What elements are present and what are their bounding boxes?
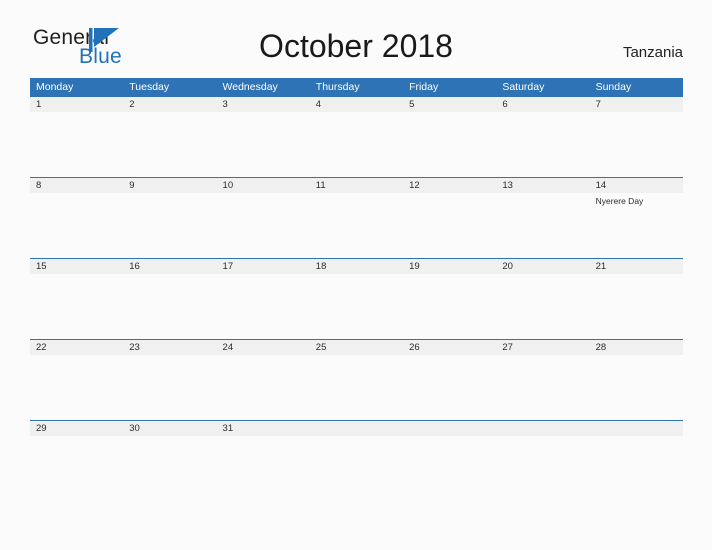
day-event-cell[interactable] <box>123 274 216 339</box>
day-event-cell[interactable] <box>217 355 310 420</box>
day-event-cell[interactable] <box>217 193 310 258</box>
day-event-cell[interactable] <box>310 355 403 420</box>
day-number[interactable]: 8 <box>30 178 123 193</box>
day-number[interactable]: 24 <box>217 340 310 355</box>
day-number[interactable]: 29 <box>30 421 123 436</box>
day-number[interactable] <box>590 421 683 436</box>
week-date-strip: 29 30 31 <box>30 421 683 436</box>
calendar-page: General Blue October 2018 Tanzania Monda… <box>0 0 712 550</box>
day-number[interactable]: 25 <box>310 340 403 355</box>
day-number[interactable]: 11 <box>310 178 403 193</box>
weekday-header-saturday: Saturday <box>502 81 545 93</box>
day-number[interactable]: 18 <box>310 259 403 274</box>
day-event-cell[interactable] <box>310 193 403 258</box>
weekday-header-sunday: Sunday <box>595 81 632 93</box>
page-header: General Blue October 2018 Tanzania <box>0 0 712 78</box>
day-number[interactable]: 21 <box>590 259 683 274</box>
week-row: 1 2 3 4 5 6 7 <box>30 96 683 177</box>
day-event-cell[interactable] <box>123 112 216 177</box>
day-number[interactable]: 5 <box>403 97 496 112</box>
day-event-cell[interactable] <box>496 436 589 501</box>
day-number[interactable] <box>403 421 496 436</box>
day-number[interactable]: 10 <box>217 178 310 193</box>
week-event-strip <box>30 436 683 501</box>
week-row: 22 23 24 25 26 27 28 <box>30 339 683 420</box>
day-number[interactable]: 15 <box>30 259 123 274</box>
day-event-cell[interactable] <box>30 274 123 339</box>
day-event-cell[interactable] <box>403 193 496 258</box>
weekday-header-wednesday: Wednesday <box>222 81 278 93</box>
week-date-strip: 8 9 10 11 12 13 14 <box>30 178 683 193</box>
day-number[interactable]: 12 <box>403 178 496 193</box>
calendar-grid: Monday Tuesday Wednesday Thursday Friday… <box>30 78 683 501</box>
day-event-cell[interactable] <box>123 436 216 501</box>
day-event-cell[interactable] <box>123 193 216 258</box>
day-event-cell[interactable] <box>403 112 496 177</box>
day-number[interactable]: 9 <box>123 178 216 193</box>
weekday-header-monday: Monday <box>36 81 74 93</box>
day-number[interactable] <box>496 421 589 436</box>
day-number[interactable]: 6 <box>496 97 589 112</box>
day-number[interactable]: 27 <box>496 340 589 355</box>
day-event-cell[interactable] <box>590 436 683 501</box>
week-event-strip <box>30 274 683 339</box>
day-number[interactable]: 31 <box>217 421 310 436</box>
day-number[interactable]: 13 <box>496 178 589 193</box>
day-number[interactable]: 17 <box>217 259 310 274</box>
weekday-header-row: Monday Tuesday Wednesday Thursday Friday… <box>30 78 683 96</box>
day-number[interactable]: 2 <box>123 97 216 112</box>
week-event-strip <box>30 355 683 420</box>
week-date-strip: 15 16 17 18 19 20 21 <box>30 259 683 274</box>
day-event-label: Nyerere Day <box>595 196 644 206</box>
country-label: Tanzania <box>622 44 683 61</box>
day-event-cell[interactable] <box>496 193 589 258</box>
day-number[interactable]: 3 <box>217 97 310 112</box>
day-number[interactable]: 16 <box>123 259 216 274</box>
day-number[interactable]: 28 <box>590 340 683 355</box>
day-number[interactable]: 22 <box>30 340 123 355</box>
page-title: October 2018 <box>259 28 453 64</box>
week-row: 15 16 17 18 19 20 21 <box>30 258 683 339</box>
day-event-cell[interactable] <box>403 274 496 339</box>
day-event-cell[interactable] <box>123 355 216 420</box>
day-event-cell[interactable] <box>590 274 683 339</box>
day-event-cell[interactable] <box>590 112 683 177</box>
week-row: 29 30 31 <box>30 420 683 501</box>
day-number[interactable]: 1 <box>30 97 123 112</box>
day-number[interactable]: 26 <box>403 340 496 355</box>
week-row: 8 9 10 11 12 13 14 Nyerere Day <box>30 177 683 258</box>
day-number[interactable]: 7 <box>590 97 683 112</box>
weekday-header-friday: Friday <box>409 81 439 93</box>
day-event-cell[interactable] <box>496 355 589 420</box>
day-event-cell[interactable] <box>496 274 589 339</box>
day-number[interactable]: 30 <box>123 421 216 436</box>
day-number[interactable]: 14 <box>590 178 683 193</box>
day-event-cell[interactable] <box>30 436 123 501</box>
day-event-cell[interactable] <box>217 112 310 177</box>
weekday-header-thursday: Thursday <box>315 81 360 93</box>
day-event-cell[interactable] <box>30 193 123 258</box>
day-event-cell[interactable] <box>496 112 589 177</box>
day-event-cell[interactable] <box>403 436 496 501</box>
week-date-strip: 1 2 3 4 5 6 7 <box>30 97 683 112</box>
day-event-cell[interactable] <box>403 355 496 420</box>
day-number[interactable]: 20 <box>496 259 589 274</box>
day-event-cell[interactable] <box>30 355 123 420</box>
day-event-cell[interactable] <box>590 355 683 420</box>
day-event-cell[interactable]: Nyerere Day <box>590 193 683 258</box>
week-event-strip: Nyerere Day <box>30 193 683 258</box>
day-number[interactable]: 4 <box>310 97 403 112</box>
day-event-cell[interactable] <box>310 436 403 501</box>
day-number[interactable] <box>310 421 403 436</box>
day-event-cell[interactable] <box>217 274 310 339</box>
day-event-cell[interactable] <box>310 274 403 339</box>
day-event-cell[interactable] <box>310 112 403 177</box>
weekday-header-tuesday: Tuesday <box>129 81 170 93</box>
day-event-cell[interactable] <box>217 436 310 501</box>
day-number[interactable]: 19 <box>403 259 496 274</box>
day-event-cell[interactable] <box>30 112 123 177</box>
week-date-strip: 22 23 24 25 26 27 28 <box>30 340 683 355</box>
week-event-strip <box>30 112 683 177</box>
day-number[interactable]: 23 <box>123 340 216 355</box>
